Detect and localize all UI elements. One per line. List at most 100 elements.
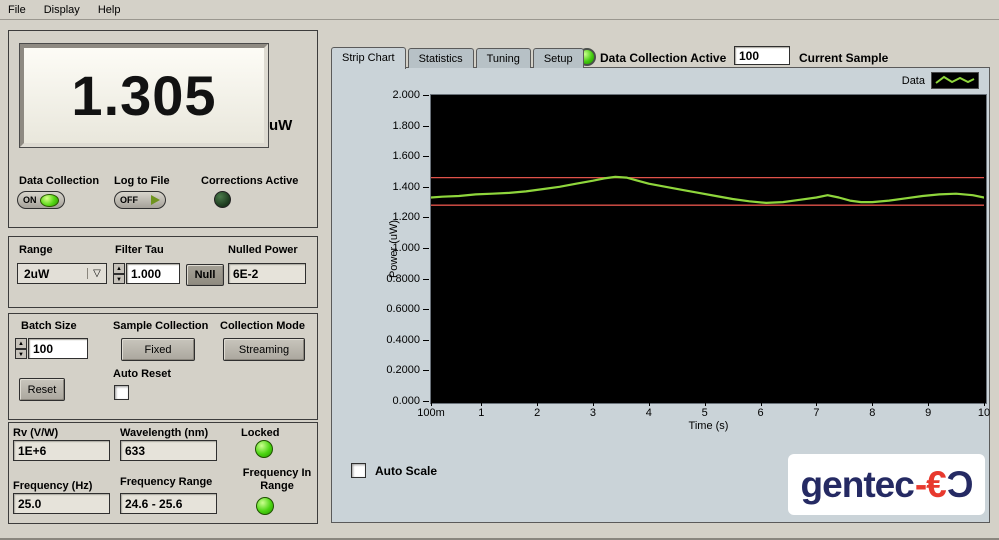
spinner-up-icon[interactable]: ▲ [15, 338, 27, 349]
nulled-power-label: Nulled Power [228, 244, 298, 256]
info-panel: Rv (V/W) 1E+6 Wavelength (nm) 633 Locked… [8, 422, 318, 524]
frequency-value: 25.0 [18, 497, 41, 511]
sample-collection-label: Sample Collection [113, 320, 208, 332]
x-axis-tick-mark [537, 402, 538, 406]
strip-chart-tab-panel: Data Power (uW) 2.0001.8001.6001.4001.20… [331, 67, 990, 523]
chart-legend[interactable]: Data [902, 72, 979, 89]
filter-tau-field[interactable]: 1.000 [126, 263, 180, 284]
y-axis-tick-label: 1.000 [366, 242, 420, 254]
frequency-range-value: 24.6 - 25.6 [125, 497, 182, 511]
x-axis-tick-mark [872, 402, 873, 406]
menu-item-file[interactable]: File [8, 4, 26, 16]
y-axis-tick-label: 2.000 [366, 89, 420, 101]
tab-label: Statistics [419, 53, 463, 65]
tab-label: Tuning [487, 53, 520, 65]
y-axis-tick-mark [423, 279, 429, 280]
batch-size-stepper[interactable]: ▲ ▼ [15, 338, 27, 359]
y-axis-tick-mark [423, 126, 429, 127]
sample-collection-value: Fixed [145, 344, 172, 356]
x-axis-title: Time (s) [431, 420, 986, 432]
log-to-file-toggle[interactable]: OFF [114, 191, 166, 209]
menu-item-display[interactable]: Display [44, 4, 80, 16]
batch-panel: Batch Size ▲ ▼ 100 Sample Collection Fix… [8, 313, 318, 420]
current-sample-field: 100 [734, 46, 790, 65]
frequency-range-field: 24.6 - 25.6 [120, 493, 217, 514]
legend-line-icon [934, 74, 976, 87]
x-axis-tick-label: 5 [683, 407, 727, 419]
null-button[interactable]: Null [186, 264, 224, 286]
application-window: File Display Help 1.305 uW Data Collecti… [0, 0, 999, 540]
tab-strip-chart[interactable]: Strip Chart [331, 47, 406, 69]
x-axis-tick-label: 8 [850, 407, 894, 419]
tab-statistics[interactable]: Statistics [408, 48, 474, 68]
y-axis-tick-mark [423, 217, 429, 218]
current-sample-label: Current Sample [799, 51, 888, 65]
tab-bar: Strip Chart Statistics Tuning Setup [331, 46, 586, 68]
y-axis-tick-mark [423, 187, 429, 188]
reset-button[interactable]: Reset [19, 378, 65, 401]
y-axis-tick-label: 0.2000 [366, 364, 420, 376]
log-to-file-toggle-state: OFF [120, 195, 138, 205]
x-axis-tick-label: 4 [627, 407, 671, 419]
legend-line-sample [931, 72, 979, 89]
plot-area [430, 94, 987, 404]
data-collection-toggle-state: ON [23, 195, 37, 205]
y-axis-tick-label: 1.400 [366, 181, 420, 193]
y-axis-tick-mark [423, 95, 429, 96]
y-axis-tick-label: 1.800 [366, 120, 420, 132]
frequency-range-label: Frequency Range [120, 476, 212, 488]
x-axis-tick-label: 6 [739, 407, 783, 419]
y-axis-tick-mark [423, 401, 429, 402]
x-axis-tick-label: 1 [459, 407, 503, 419]
tab-setup[interactable]: Setup [533, 48, 584, 68]
x-axis-tick-mark [481, 402, 482, 406]
tab-label: Setup [544, 53, 573, 65]
collection-mode-button[interactable]: Streaming [223, 338, 305, 361]
reset-button-label: Reset [28, 384, 57, 396]
spinner-down-icon[interactable]: ▼ [15, 349, 27, 360]
x-axis-tick-label: 9 [906, 407, 950, 419]
locked-label: Locked [241, 427, 280, 439]
meter-display: 1.305 [20, 44, 268, 147]
wavelength-label: Wavelength (nm) [120, 427, 208, 439]
rv-field: 1E+6 [13, 440, 110, 461]
tab-tuning[interactable]: Tuning [476, 48, 531, 68]
frequency-field: 25.0 [13, 493, 110, 514]
range-label: Range [19, 244, 53, 256]
data-collection-active-label: Data Collection Active [600, 51, 726, 65]
meter-unit: uW [269, 117, 292, 134]
locked-led-icon [255, 440, 273, 458]
spinner-down-icon[interactable]: ▼ [113, 274, 125, 285]
auto-scale-checkbox[interactable] [351, 463, 366, 478]
y-axis-tick-label: 0.6000 [366, 303, 420, 315]
batch-size-field[interactable]: 100 [28, 338, 88, 359]
legend-label: Data [902, 75, 925, 87]
y-axis-tick-label: 1.200 [366, 211, 420, 223]
range-panel: Range 2uW ▽ Filter Tau ▲ ▼ 1.000 Null Nu… [8, 236, 318, 308]
x-axis-tick-mark [928, 402, 929, 406]
spinner-up-icon[interactable]: ▲ [113, 263, 125, 274]
logo-text: gentec [801, 464, 914, 506]
filter-tau-stepper[interactable]: ▲ ▼ [113, 263, 125, 284]
null-button-label: Null [195, 269, 216, 281]
auto-reset-checkbox[interactable] [114, 385, 129, 400]
x-axis-tick-label: 10 [962, 407, 999, 419]
data-collection-toggle[interactable]: ON [17, 191, 65, 209]
meter-panel: 1.305 uW Data Collection ON Log to File … [8, 30, 318, 228]
rv-label: Rv (V/W) [13, 427, 58, 439]
range-dropdown[interactable]: 2uW ▽ [17, 263, 107, 284]
data-collection-label: Data Collection [19, 175, 99, 187]
batch-size-value: 100 [33, 342, 53, 356]
wavelength-value: 633 [125, 444, 145, 458]
y-axis-tick-mark [423, 370, 429, 371]
nulled-power-value: 6E-2 [233, 267, 258, 281]
sample-collection-button[interactable]: Fixed [121, 338, 195, 361]
x-axis-tick-mark [761, 402, 762, 406]
x-axis-tick-mark [431, 402, 432, 406]
y-axis-tick-label: 0.000 [366, 395, 420, 407]
gentec-eo-logo: gentec-€Ɔ [788, 454, 985, 515]
chevron-down-icon[interactable]: ▽ [87, 268, 106, 279]
y-axis-tick-label: 0.8000 [366, 273, 420, 285]
x-axis-tick-mark [593, 402, 594, 406]
menu-item-help[interactable]: Help [98, 4, 121, 16]
